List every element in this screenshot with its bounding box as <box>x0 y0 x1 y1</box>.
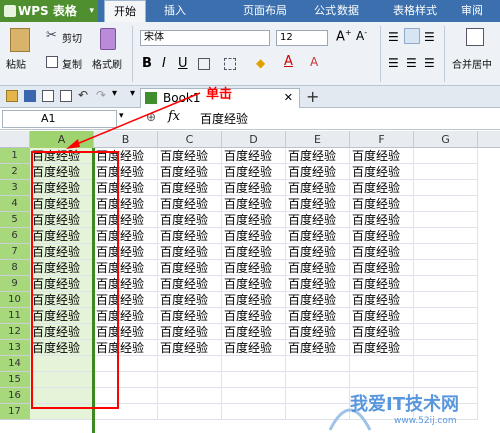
watermark: 我爱IT技术网 www.52ij.com <box>320 380 500 433</box>
annotation-arrow <box>66 92 201 149</box>
watermark-url: www.52ij.com <box>394 416 457 426</box>
watermark-text: 我爱IT技术网 <box>350 394 459 415</box>
